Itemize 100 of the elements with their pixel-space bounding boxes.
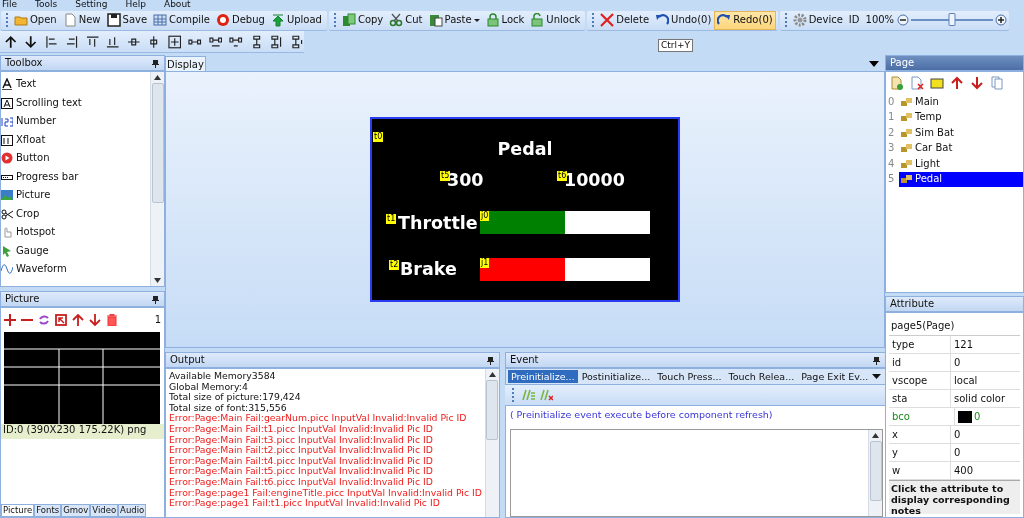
pin-icon[interactable] — [151, 58, 160, 68]
menu-item[interactable]: Setting — [75, 0, 108, 10]
picture-thumbnail[interactable] — [4, 332, 160, 424]
align-top-icon[interactable] — [85, 34, 100, 49]
attribute-value[interactable]: 0 — [954, 428, 961, 441]
align-bottom-icon[interactable] — [106, 34, 120, 49]
toolbar-button[interactable]: Undo(0) — [652, 10, 715, 30]
page-item[interactable]: Sim Bat — [899, 125, 1023, 141]
toolbar-button[interactable]: Paste — [425, 10, 483, 30]
attribute-value[interactable]: 0 — [974, 410, 981, 423]
trash-icon[interactable] — [106, 314, 118, 326]
attribute-value[interactable]: 121 — [954, 338, 974, 351]
toolbox-item[interactable]: Hotspot — [1, 223, 150, 242]
refresh-icon[interactable] — [38, 314, 50, 326]
event-tab[interactable]: Preinitialize... — [507, 369, 578, 384]
panel-tab[interactable]: Fonts — [34, 504, 62, 517]
attribute-name[interactable]: y — [889, 444, 951, 461]
attribute-name[interactable]: type — [889, 336, 951, 353]
pin-icon[interactable] — [485, 355, 495, 365]
toolbar-button[interactable]: Upload — [267, 10, 325, 30]
delete-page-icon[interactable] — [910, 76, 924, 90]
toolbox-item[interactable]: Waveform — [1, 260, 150, 279]
page-item[interactable]: Main — [899, 94, 1023, 110]
uncomment-icon[interactable] — [538, 388, 553, 402]
component-tag[interactable]: t0 — [373, 132, 384, 142]
scroll-down-icon[interactable] — [154, 278, 161, 283]
pin-icon[interactable] — [872, 355, 882, 365]
zoom-in-icon[interactable] — [995, 14, 1008, 26]
align-right-icon[interactable] — [65, 34, 79, 49]
arrow-down-icon[interactable] — [24, 34, 38, 49]
toolbox-item[interactable]: Gauge — [1, 241, 150, 260]
component-tag[interactable]: t6 — [557, 171, 568, 181]
attribute-value[interactable]: 0 — [954, 446, 961, 459]
dropdown-icon[interactable] — [869, 61, 879, 67]
scrollbar[interactable] — [150, 72, 164, 286]
menu-item[interactable]: Help — [125, 0, 146, 10]
component-tag[interactable]: j0 — [480, 211, 490, 221]
page-item[interactable]: Light — [899, 156, 1023, 172]
pin-icon[interactable] — [151, 294, 160, 304]
scroll-up-icon[interactable] — [488, 372, 496, 377]
stack-icon[interactable] — [290, 34, 305, 49]
edit-icon[interactable] — [55, 314, 67, 326]
toolbox-item[interactable]: Scrolling text — [1, 93, 150, 112]
toolbox-item[interactable]: Picture — [1, 186, 150, 205]
zoom-out-icon[interactable] — [897, 14, 910, 26]
dropdown-icon[interactable] — [872, 374, 882, 379]
arrow-up-icon[interactable] — [4, 34, 18, 49]
panel-tab[interactable]: Audio — [118, 504, 147, 517]
event-tab[interactable]: Touch Press... — [654, 369, 725, 384]
page-item[interactable]: Car Bat — [899, 140, 1023, 156]
toolbar-button[interactable]: Redo(0) — [714, 10, 776, 30]
add-page-icon[interactable] — [890, 76, 904, 90]
stack-icon[interactable] — [270, 34, 284, 49]
attribute-value[interactable]: 0 — [954, 356, 961, 369]
page-item[interactable]: Temp — [899, 109, 1023, 125]
scrollbar[interactable] — [868, 430, 883, 516]
toolbox-item[interactable]: Progress bar — [1, 167, 150, 186]
menu-item[interactable]: Tools — [35, 0, 58, 10]
toolbar-button[interactable]: Device — [789, 10, 846, 30]
attribute-name[interactable]: sta — [889, 390, 951, 407]
toolbar-button[interactable]: Save — [103, 10, 151, 30]
zoom-slider[interactable] — [911, 12, 994, 28]
attribute-name[interactable]: vscope — [889, 372, 951, 389]
attribute-value[interactable]: local — [954, 374, 978, 387]
component-tag[interactable]: t1 — [386, 214, 397, 224]
event-tab[interactable]: Page Exit Ev... — [798, 369, 872, 384]
page-item[interactable]: Pedal — [899, 171, 1023, 187]
toolbar-button[interactable]: Copy — [338, 10, 387, 30]
toolbar-button[interactable]: New — [59, 10, 104, 30]
scroll-up-icon[interactable] — [154, 75, 161, 80]
menu-item[interactable]: About — [164, 0, 191, 10]
toolbox-item[interactable]: Text — [1, 75, 150, 94]
display-tab[interactable]: Display — [165, 56, 206, 71]
attribute-name[interactable]: w — [889, 462, 951, 479]
attribute-name[interactable]: id — [889, 354, 951, 371]
panel-tab[interactable]: Video — [90, 504, 119, 517]
toolbox-item[interactable]: Xfloat — [1, 130, 150, 149]
toolbar-button[interactable]: Delete — [597, 10, 653, 30]
center-icon[interactable] — [167, 34, 182, 49]
event-tab[interactable]: Touch Relea... — [725, 369, 798, 384]
plus-icon[interactable] — [4, 314, 16, 326]
toolbar-button[interactable]: Lock — [482, 10, 528, 30]
component-tag[interactable]: j1 — [480, 258, 490, 268]
toolbox-item[interactable]: Crop — [1, 204, 150, 223]
toolbox-item[interactable]: Button — [1, 149, 150, 168]
toolbar-button[interactable]: Compile — [150, 10, 213, 30]
align-left-icon[interactable] — [44, 34, 59, 49]
attribute-name[interactable]: x — [889, 426, 951, 443]
toolbox-item[interactable]: Number — [1, 112, 150, 131]
panel-tab[interactable]: Gmov — [61, 504, 91, 517]
component-tag[interactable]: t2 — [389, 260, 400, 270]
component-tag[interactable]: t5 — [440, 171, 451, 181]
toolbar-button[interactable]: Debug — [213, 10, 268, 30]
toolbar-button[interactable]: Open — [11, 10, 60, 30]
menu-item[interactable]: File — [2, 0, 18, 10]
scrollbar[interactable] — [484, 369, 499, 517]
toolbar-button[interactable]: Unlock — [527, 10, 584, 30]
slider-thumb[interactable] — [948, 12, 956, 26]
scroll-up-icon[interactable] — [872, 433, 880, 438]
toolbar-button[interactable]: Cut — [386, 10, 426, 30]
